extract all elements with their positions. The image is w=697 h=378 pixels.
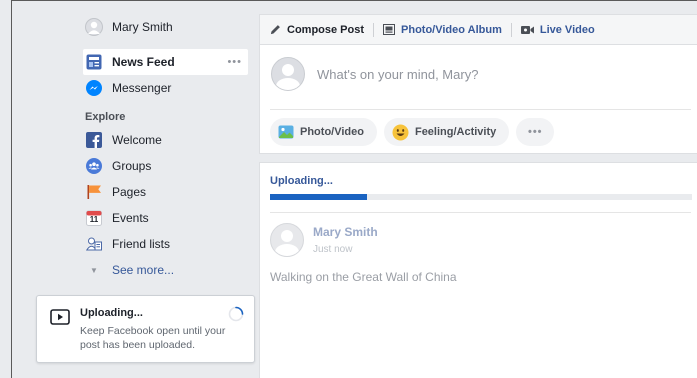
pill-label: Photo/Video (300, 126, 364, 138)
tab-photo-video-album[interactable]: Photo/Video Album (383, 24, 502, 36)
upload-toast: Uploading... Keep Facebook open until yo… (36, 295, 255, 363)
groups-icon (85, 157, 103, 175)
upload-card: Uploading... Mary Smith Just now Walking… (259, 162, 697, 378)
pencil-icon (270, 24, 281, 35)
post-text: Walking on the Great Wall of China (270, 270, 457, 284)
tab-live-video[interactable]: Live Video (520, 23, 595, 36)
sidebar-item-pages[interactable]: Pages (85, 179, 250, 205)
sidebar-item-friend-lists[interactable]: Friend lists (85, 231, 250, 257)
sidebar-item-label: Messenger (112, 81, 172, 95)
divider (270, 212, 691, 213)
messenger-icon (85, 79, 103, 97)
album-icon (383, 24, 396, 35)
profile-name: Mary Smith (112, 20, 173, 34)
explore-heading: Explore (85, 111, 126, 123)
toast-message: Keep Facebook open until your post has b… (80, 325, 226, 351)
sidebar-item-messenger[interactable]: Messenger (85, 75, 250, 101)
sidebar-item-label: Events (112, 211, 149, 225)
sidebar-item-groups[interactable]: Groups (85, 153, 250, 179)
pill-label: Feeling/Activity (414, 126, 497, 138)
tab-divider (373, 22, 375, 37)
sidebar-item-label: News Feed (112, 55, 175, 69)
caret-down-icon: ▼ (90, 265, 98, 275)
facebook-icon (85, 131, 103, 149)
composer-input-row[interactable]: What's on your mind, Mary? (271, 57, 478, 91)
tab-label: Live Video (539, 23, 595, 36)
sidebar-item-welcome[interactable]: Welcome (85, 127, 250, 153)
avatar (85, 18, 103, 36)
more-options-icon[interactable]: ••• (227, 56, 242, 68)
sidebar-item-label: Groups (112, 159, 152, 173)
video-play-icon (50, 309, 70, 328)
tab-divider (510, 22, 512, 37)
sidebar-profile[interactable]: Mary Smith (85, 14, 250, 40)
calendar-day: 11 (89, 215, 99, 224)
tab-label: Photo/Video Album (401, 23, 502, 36)
avatar (270, 223, 304, 257)
see-more-label: See more... (112, 263, 175, 277)
sidebar-item-label: Friend lists (112, 237, 171, 251)
upload-progress-bar (270, 194, 692, 200)
composer-tabs: Compose Post Photo/Video Album Live Vide… (260, 15, 697, 45)
sidebar-item-label: Pages (112, 185, 147, 199)
post-timestamp: Just now (313, 244, 353, 255)
calendar-icon: 11 (85, 209, 103, 227)
smiley-icon (392, 124, 409, 141)
tab-compose-post[interactable]: Compose Post (270, 24, 364, 36)
news-feed-icon (85, 53, 103, 71)
sidebar-item-events[interactable]: 11 Events (85, 205, 250, 231)
toast-title: Uploading... (80, 307, 143, 319)
see-more-link[interactable]: ▼ See more... (85, 257, 250, 283)
sidebar-item-label: Welcome (112, 133, 162, 147)
photo-video-button[interactable]: Photo/Video (270, 118, 377, 146)
post-header: Mary Smith Just now (270, 223, 378, 257)
pages-flag-icon (85, 183, 103, 201)
left-sidebar: Mary Smith News Feed ••• Messenger Explo… (83, 14, 250, 283)
status-input[interactable]: What's on your mind, Mary? (317, 67, 478, 82)
divider (270, 109, 691, 110)
sidebar-item-news-feed[interactable]: News Feed ••• (83, 49, 248, 75)
feeling-activity-button[interactable]: Feeling/Activity (383, 118, 510, 146)
uploading-label: Uploading... (270, 175, 333, 187)
photo-icon (278, 124, 294, 140)
more-actions-button[interactable]: ••• (516, 118, 555, 146)
upload-progress-fill (270, 194, 368, 200)
loading-spinner-icon (228, 306, 244, 325)
live-video-icon (520, 25, 534, 35)
post-author[interactable]: Mary Smith (313, 225, 378, 239)
tab-label: Compose Post (287, 23, 365, 36)
post-composer: Compose Post Photo/Video Album Live Vide… (259, 14, 697, 154)
post-meta: Mary Smith Just now (313, 223, 378, 255)
avatar (271, 57, 305, 91)
composer-actions: Photo/Video Feeling/Activity ••• (270, 118, 561, 146)
friend-lists-icon (85, 235, 103, 253)
